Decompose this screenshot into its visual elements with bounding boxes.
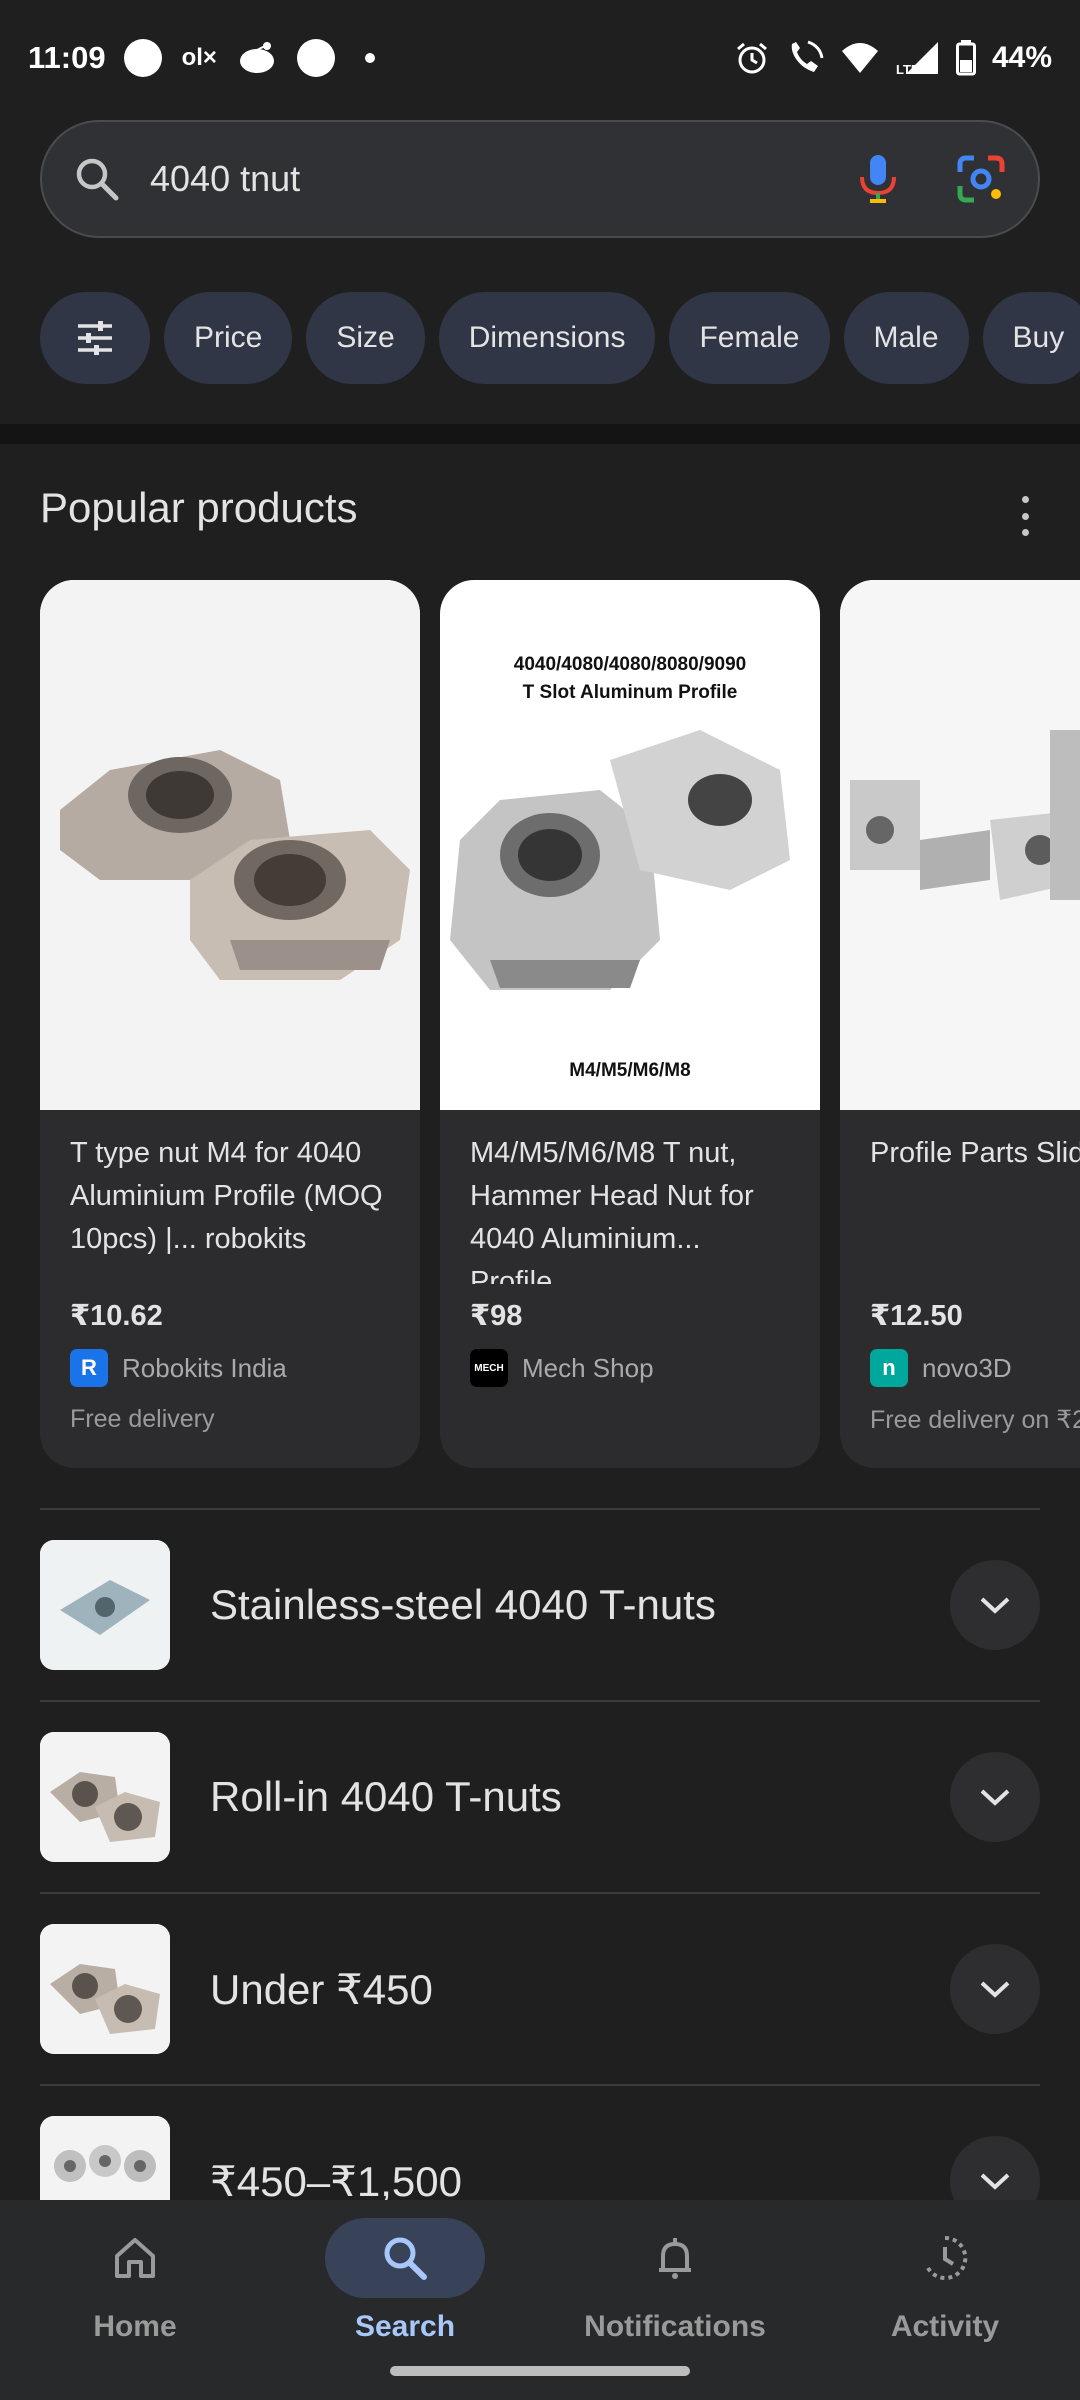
search-bar[interactable]: 4040 tnut	[40, 120, 1040, 238]
hammer-head-nut-image	[450, 730, 790, 990]
related-search-item[interactable]: Stainless-steel 4040 T-nuts	[40, 1508, 1040, 1700]
nav-label: Activity	[890, 2310, 1000, 2343]
reddit-notification-icon	[239, 42, 274, 73]
nav-label: Home	[93, 2310, 177, 2343]
product-price: ₹12.50	[870, 1300, 963, 1332]
slide-nut-image	[840, 580, 1080, 1110]
related-search-label: Under ₹450	[210, 1965, 433, 2013]
product-seller: MECH Mech Shop	[470, 1349, 790, 1387]
filter-settings-chip[interactable]	[40, 292, 150, 384]
product-seller: R Robokits India	[70, 1349, 390, 1387]
related-search-label: Stainless-steel 4040 T-nuts	[210, 1581, 716, 1628]
related-thumbnail	[40, 1924, 170, 2054]
battery-icon	[955, 40, 976, 76]
chip-male[interactable]: Male	[843, 292, 969, 384]
nav-icon-container	[55, 2218, 215, 2298]
image-caption: T Slot Aluminum Profile	[522, 682, 738, 703]
t-nut-image	[40, 580, 420, 1110]
tune-icon	[78, 321, 112, 355]
expand-button[interactable]	[950, 1752, 1040, 1842]
product-title: M4/M5/M6/M8 T nut, Hammer Head Nut for 4…	[470, 1137, 754, 1284]
delivery-info: Free delivery on ₹2	[870, 1406, 1080, 1434]
expand-button[interactable]	[950, 1560, 1040, 1650]
related-search-item[interactable]: Under ₹450	[40, 1892, 1040, 2084]
mech-shop-logo-icon: MECH	[470, 1349, 508, 1387]
product-price: ₹98	[470, 1300, 523, 1332]
nav-label: Search	[354, 2310, 456, 2343]
nav-icon-container	[325, 2218, 485, 2298]
product-price: ₹10.62	[70, 1300, 163, 1332]
activity-history-icon	[926, 2235, 968, 2280]
battery-percent: 44%	[991, 41, 1052, 74]
section-title: Popular products	[40, 484, 358, 531]
wifi-calling-icon	[791, 40, 824, 72]
product-card[interactable]: 4040/4080/4080/8080/9090 T Slot Aluminum…	[440, 580, 820, 1468]
lte-signal-icon: LTE	[896, 42, 938, 76]
home-icon	[115, 2238, 155, 2278]
alarm-icon	[736, 42, 767, 74]
google-lens-icon[interactable]	[956, 154, 1006, 204]
chip-price[interactable]: Price	[164, 292, 293, 384]
chevron-down-icon	[980, 1597, 1010, 1614]
product-title: Profile Parts Slide Nut	[870, 1137, 1080, 1169]
filter-chips: Price Size Dimensions Female Male Buy	[40, 292, 1080, 384]
status-bar: 11:09 ol× LTE 44%	[0, 0, 1080, 116]
related-searches: Stainless-steel 4040 T-nuts Roll-in 4040…	[40, 1508, 1040, 2276]
product-image: 4040/4080/4080/8080/9090 T Slot Aluminum…	[440, 580, 820, 1110]
related-search-label: Roll-in 4040 T-nuts	[210, 1773, 562, 1820]
product-card[interactable]: Profile Parts Slide Nut ₹12.50 n novo3D …	[840, 580, 1080, 1468]
nav-icon-container	[595, 2218, 755, 2298]
chip-female[interactable]: Female	[669, 292, 830, 384]
search-icon	[384, 2237, 427, 2280]
chevron-down-icon	[980, 1981, 1010, 1998]
related-thumbnail	[40, 1732, 170, 1862]
stainless-nut-thumb	[40, 1540, 170, 1670]
delivery-info: Free delivery	[70, 1405, 215, 1433]
chip-dimensions[interactable]: Dimensions	[438, 292, 656, 384]
bell-icon	[659, 2238, 691, 2279]
nav-home[interactable]: Home	[15, 2210, 255, 2400]
more-notifications-dot	[364, 53, 375, 63]
search-icon	[76, 158, 119, 201]
seller-name: Mech Shop	[522, 1352, 654, 1383]
chevron-down-icon	[980, 2173, 1010, 2190]
related-thumbnail	[40, 1540, 170, 1670]
product-image	[40, 580, 420, 1110]
notification-icon	[123, 39, 162, 77]
notification-icon	[296, 39, 335, 77]
related-search-label: ₹450–₹1,500	[210, 2157, 462, 2205]
product-carousel: T type nut M4 for 4040 Aluminium Profile…	[40, 580, 1080, 1470]
nav-label: Notifications	[584, 2310, 766, 2343]
t-nut-thumb	[40, 1924, 170, 2054]
roll-in-nut-thumb	[40, 1732, 170, 1862]
search-input[interactable]: 4040 tnut	[150, 158, 858, 200]
image-caption: M4/M5/M6/M8	[569, 1060, 691, 1081]
svg-text:LTE: LTE	[896, 62, 920, 76]
chip-buy[interactable]: Buy	[982, 292, 1080, 384]
novo3d-logo-icon: n	[870, 1349, 908, 1387]
related-search-item[interactable]: Roll-in 4040 T-nuts	[40, 1700, 1040, 1892]
expand-button[interactable]	[950, 1944, 1040, 2034]
image-caption: 4040/4080/4080/8080/9090	[513, 654, 747, 675]
product-card[interactable]: T type nut M4 for 4040 Aluminium Profile…	[40, 580, 420, 1468]
chip-size[interactable]: Size	[306, 292, 425, 384]
nav-icon-container	[865, 2218, 1025, 2298]
olx-notification-icon: ol×	[181, 44, 217, 71]
status-time: 11:09	[28, 40, 106, 75]
product-image	[840, 580, 1080, 1110]
chevron-down-icon	[980, 1789, 1010, 1806]
more-options-icon[interactable]	[1015, 496, 1035, 536]
robokits-logo-icon: R	[70, 1349, 108, 1387]
wifi-icon	[841, 43, 878, 73]
section-divider	[0, 424, 1080, 444]
voice-search-mic-icon[interactable]	[858, 153, 898, 205]
nav-activity[interactable]: Activity	[825, 2210, 1065, 2400]
seller-name: novo3D	[922, 1352, 1012, 1383]
gesture-handle[interactable]	[390, 2366, 690, 2376]
product-seller: n novo3D	[870, 1349, 1080, 1387]
product-title: T type nut M4 for 4040 Aluminium Profile…	[70, 1137, 383, 1255]
seller-name: Robokits India	[122, 1352, 287, 1383]
